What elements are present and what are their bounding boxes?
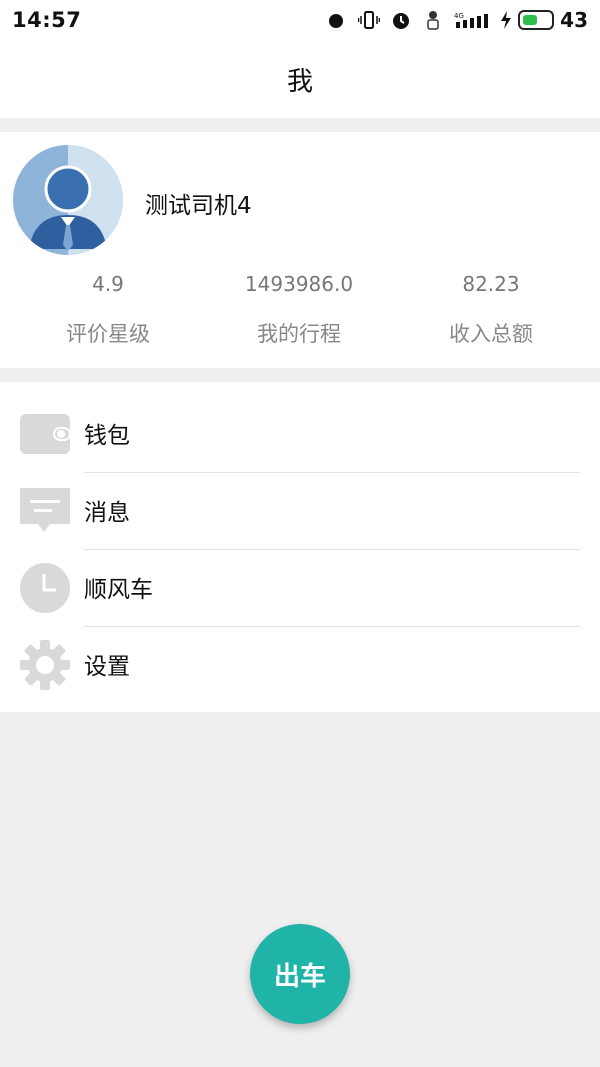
start-driving-button[interactable]: 出车 <box>250 924 350 1024</box>
menu-label-settings: 设置 <box>84 654 130 680</box>
profile-card[interactable]: 测试司机4 4.9 评价星级 1493986.0 我的行程 82.23 收入总额 <box>0 132 600 368</box>
charging-icon <box>500 9 512 31</box>
svg-text:4G: 4G <box>454 12 464 20</box>
stat-trips-value: 1493986.0 <box>244 272 354 296</box>
page-header: 我 <box>0 40 600 118</box>
nfc-icon <box>326 9 348 31</box>
vibrate-icon <box>358 9 381 31</box>
avatar-placeholder-icon <box>13 145 123 255</box>
app-notification-icon <box>422 9 444 31</box>
menu-item-wallet[interactable]: 钱包 <box>0 396 600 473</box>
signal-icon: 4G <box>454 9 490 31</box>
stat-trips-label: 我的行程 <box>257 322 341 346</box>
gear-icon <box>20 640 70 690</box>
stat-income[interactable]: 82.23 收入总额 <box>391 272 591 348</box>
stat-income-label: 收入总额 <box>449 322 533 346</box>
menu-label-wallet: 钱包 <box>84 423 130 449</box>
status-bar: 14:57 4G 43 <box>0 0 600 40</box>
alarm-icon <box>390 9 412 31</box>
menu-item-settings[interactable]: 设置 <box>0 627 600 704</box>
menu-item-messages[interactable]: 消息 <box>0 473 600 550</box>
menu-label-messages: 消息 <box>84 500 130 526</box>
menu-list: 钱包 消息 顺风车 设置 <box>0 382 600 712</box>
clock-icon <box>20 563 70 613</box>
menu-item-carpool[interactable]: 顺风车 <box>0 550 600 627</box>
profile-page: 14:57 4G 43 我 测试司机4 4.9 评价星级 1493986.0 我… <box>0 0 600 1067</box>
stat-trips[interactable]: 1493986.0 我的行程 <box>199 272 399 348</box>
menu-label-carpool: 顺风车 <box>84 577 153 603</box>
stat-income-value: 82.23 <box>462 272 520 296</box>
battery-icon <box>518 10 555 30</box>
status-time: 14:57 <box>12 8 82 32</box>
driver-name: 测试司机4 <box>145 193 252 219</box>
start-driving-label: 出车 <box>273 961 326 992</box>
stat-rating-label: 评价星级 <box>66 322 150 346</box>
avatar[interactable] <box>13 145 123 255</box>
battery-status: 43 <box>500 8 588 32</box>
battery-level: 43 <box>560 8 588 32</box>
stat-rating-value: 4.9 <box>92 272 124 296</box>
status-icons: 4G 43 <box>326 8 588 32</box>
wallet-icon <box>20 409 70 459</box>
message-icon <box>20 486 70 536</box>
page-title: 我 <box>286 66 313 97</box>
stat-rating[interactable]: 4.9 评价星级 <box>8 272 208 348</box>
